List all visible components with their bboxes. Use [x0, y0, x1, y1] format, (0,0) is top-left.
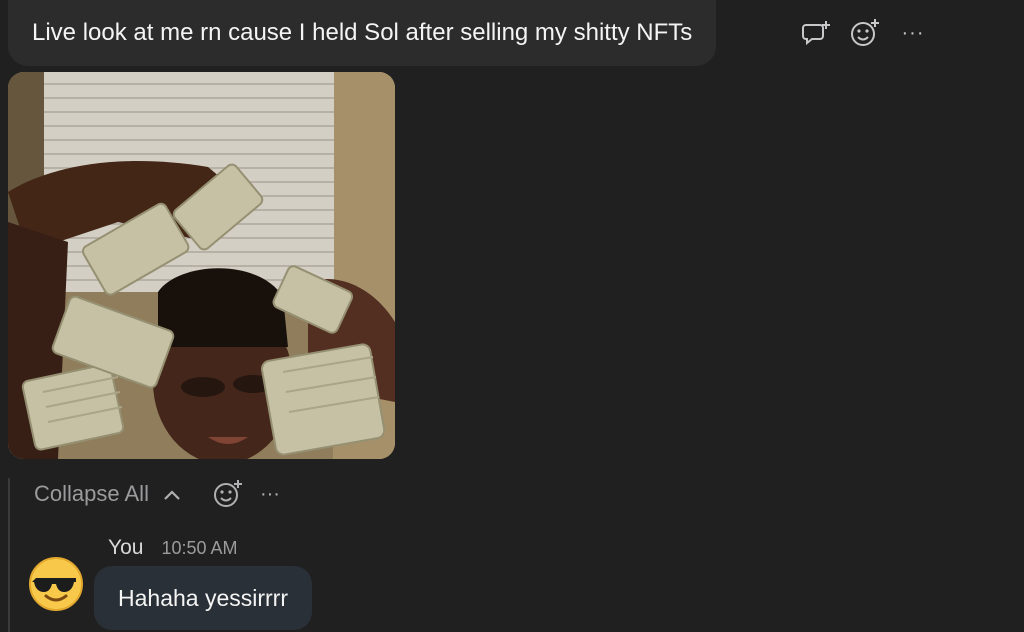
message-actions: ··· [800, 16, 930, 50]
reply-in-thread-button[interactable] [800, 16, 834, 50]
reply-bubble[interactable]: Hahaha yessirrrr [94, 566, 312, 630]
more-options-button[interactable]: ··· [896, 16, 930, 50]
add-reaction-button[interactable] [848, 16, 882, 50]
reply-header: You 10:50 AM [108, 536, 238, 560]
chat-window: Live look at me rn cause I held Sol afte… [0, 0, 1024, 632]
gif-image [8, 72, 395, 459]
avatar[interactable] [28, 556, 84, 612]
collapse-all-label: Collapse All [34, 481, 149, 506]
more-icon: ··· [259, 482, 280, 505]
reply-author[interactable]: You [108, 536, 143, 560]
thread-controls: Collapse All ··· [34, 474, 287, 514]
add-reaction-icon [849, 18, 881, 48]
thread-add-reaction-button[interactable] [211, 477, 245, 511]
thread-divider [8, 478, 10, 632]
reply-timestamp: 10:50 AM [161, 538, 238, 558]
sunglasses-emoji-icon [29, 557, 83, 611]
reply-in-thread-icon [802, 19, 832, 47]
collapse-all-button[interactable]: Collapse All [34, 481, 181, 507]
chevron-up-icon [163, 481, 181, 507]
add-reaction-icon [212, 479, 244, 509]
message-bubble[interactable]: Live look at me rn cause I held Sol afte… [8, 0, 717, 66]
message-text: Live look at me rn cause I held Sol afte… [32, 19, 693, 46]
gif-attachment[interactable] [8, 72, 395, 459]
thread-more-button[interactable]: ··· [253, 477, 287, 511]
more-icon: ··· [901, 21, 925, 44]
reply-text: Hahaha yessirrrr [118, 584, 288, 611]
